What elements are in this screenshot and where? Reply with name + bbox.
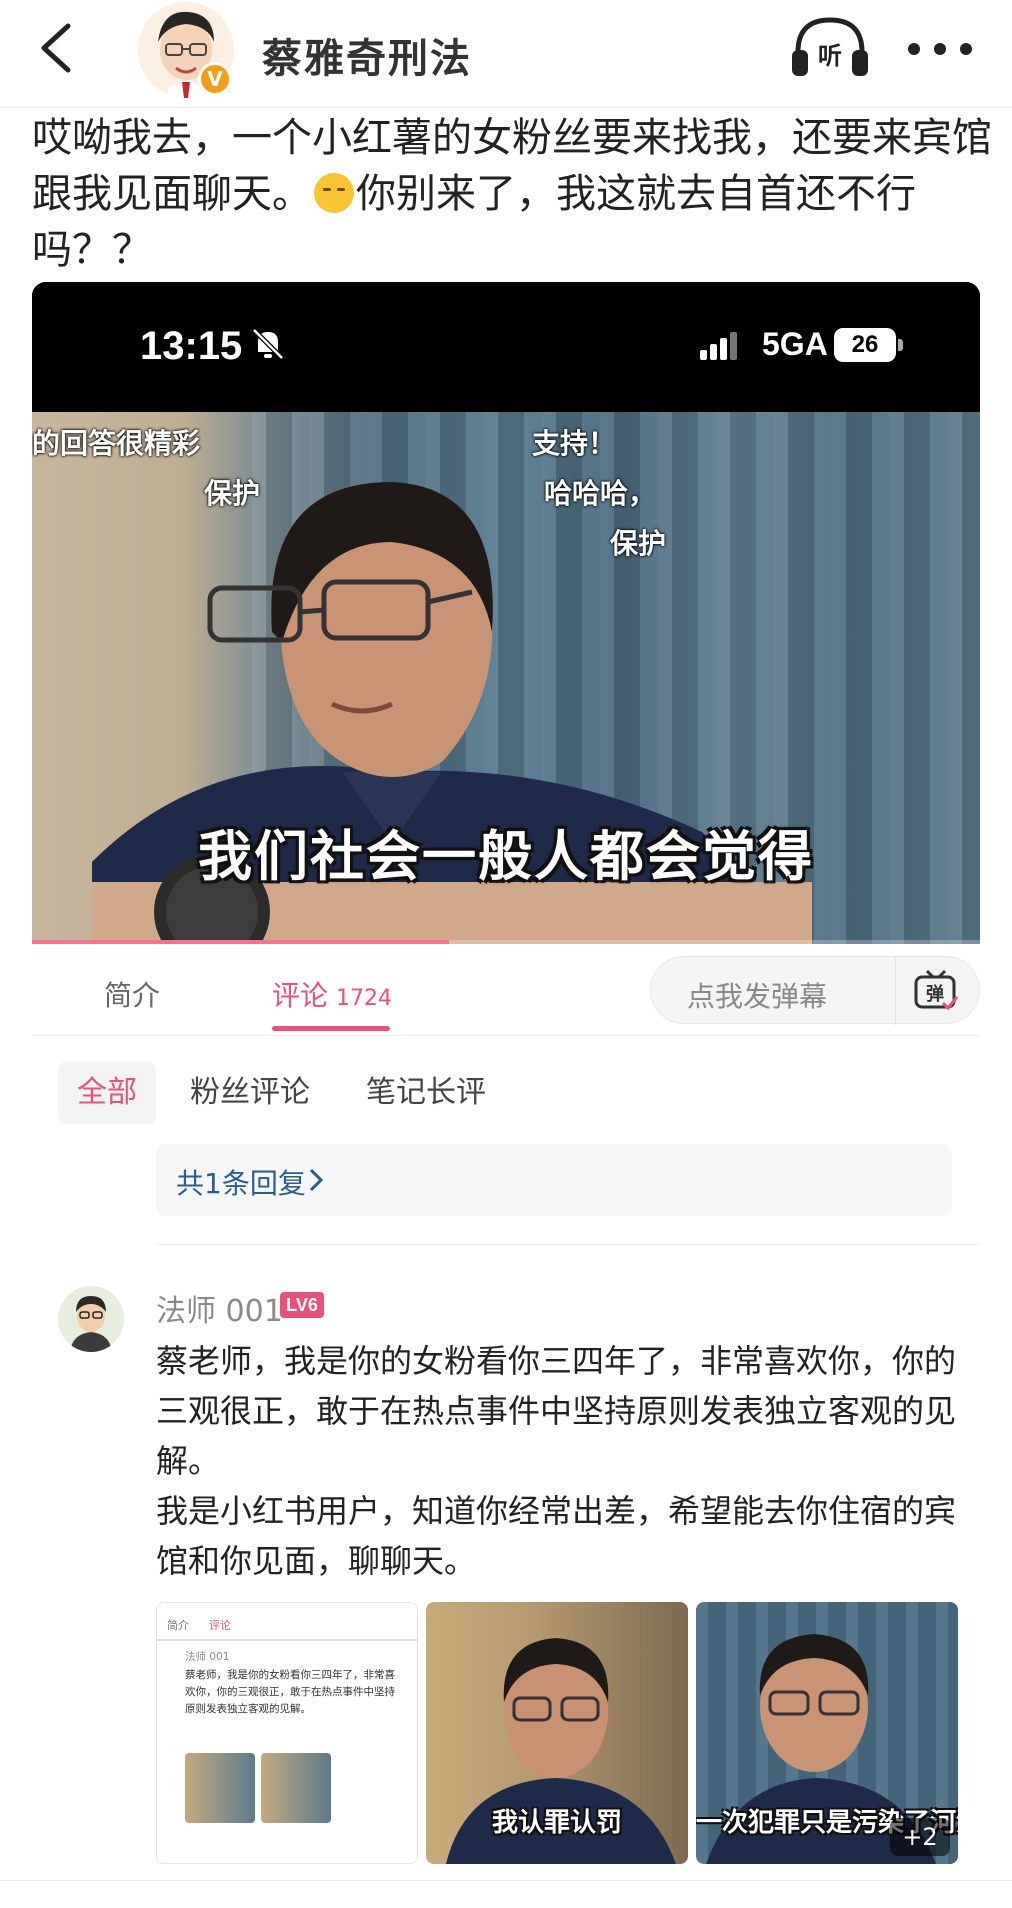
comment-image-screenshot[interactable]: 简介 评论 法师 001 蔡老师，我是你的女粉看你三四年了，非常喜欢你，你的三观… bbox=[156, 1602, 418, 1864]
battery-tip bbox=[898, 339, 903, 351]
thumb-subtitle: 我认罪认罚 bbox=[491, 1808, 622, 1838]
listen-label: 听 bbox=[818, 42, 842, 70]
mini-comment-text: 蔡老师，我是你的女粉看你三四年了，非常喜欢你，你的三观很正，敢于在热点事件中坚持… bbox=[185, 1669, 395, 1715]
comment-image-video-frame[interactable]: 我认罪认罚 bbox=[426, 1602, 688, 1864]
level-badge: LV6 bbox=[280, 1292, 324, 1318]
back-button[interactable] bbox=[28, 18, 88, 78]
account-name[interactable]: 蔡雅奇刑法 bbox=[262, 26, 472, 84]
mini-comment-name: 法师 001 bbox=[185, 1651, 230, 1663]
reply-summary-label: 共1条回复 bbox=[176, 1167, 306, 1200]
active-tab-indicator bbox=[272, 1026, 390, 1031]
headphones-icon: 听 bbox=[792, 17, 868, 76]
mini-image bbox=[261, 1753, 331, 1823]
comment-image-video-frame[interactable]: 一次犯罪只是污染了河流 +2 bbox=[696, 1602, 958, 1864]
post-body: 哎呦我去，一个小红薯的女粉丝要来找我，还要来宾馆跟我见面聊天。 你别来了，我这就去… bbox=[32, 110, 992, 278]
danmaku-input-placeholder: 点我发弹幕 bbox=[687, 980, 828, 1013]
tab-comments[interactable]: 评论 1724 bbox=[272, 974, 392, 1014]
chevron-right-icon bbox=[309, 1168, 324, 1192]
comment-paragraph: 我是小红书用户，知道你经常出差，希望能去你住宿的宾馆和你见面，聊聊天。 bbox=[156, 1492, 957, 1580]
video-subtitle: 我们社会一般人都会觉得 bbox=[198, 825, 814, 888]
chevron-left-icon bbox=[41, 23, 71, 73]
cartoon-avatar-icon bbox=[58, 1286, 124, 1352]
danmaku-tv-icon: 弹 bbox=[914, 969, 959, 1011]
filter-long-reviews[interactable]: 笔记长评 bbox=[366, 1062, 486, 1124]
divider bbox=[156, 1244, 980, 1245]
danmaku-input[interactable]: 点我发弹幕 弹 bbox=[650, 956, 980, 1025]
status-network: 5GA bbox=[762, 326, 828, 362]
tab-intro[interactable]: 简介 bbox=[104, 974, 160, 1014]
recorded-status-bar: 13:15 5GA 26 bbox=[32, 282, 980, 412]
danmaku-comment: 的回答很精彩 bbox=[32, 427, 201, 460]
danmaku-button-label: 弹 bbox=[926, 983, 944, 1005]
comment-paragraph: 蔡老师，我是你的女粉看你三四年了，非常喜欢你，你的三观很正，敢于在热点事件中坚持… bbox=[156, 1342, 957, 1480]
top-nav-bar: V 蔡雅奇刑法 听 bbox=[0, 0, 1012, 108]
more-options-button[interactable] bbox=[900, 24, 980, 74]
danmaku-comment: 哈哈哈， bbox=[544, 477, 657, 510]
commenter-avatar[interactable] bbox=[58, 1286, 124, 1352]
mini-image bbox=[185, 1753, 255, 1823]
listen-button[interactable]: 听 bbox=[790, 14, 870, 84]
signal-bars-icon bbox=[700, 332, 737, 360]
video-player[interactable]: 13:15 5GA 26 的回答很精彩 保护 支持！ 哈哈哈， 保护 我们社会一… bbox=[32, 282, 980, 944]
video-frame: 的回答很精彩 保护 支持！ 哈哈哈， 保护 我们社会一般人都会觉得 bbox=[32, 412, 980, 944]
muted-bell-icon bbox=[252, 328, 284, 360]
danmaku-comment: 保护 bbox=[610, 527, 667, 560]
mini-tab-comments: 评论 bbox=[209, 1619, 231, 1632]
commenter-name[interactable]: 法师 001 bbox=[156, 1286, 283, 1330]
danmaku-toggle-button[interactable]: 弹 bbox=[913, 969, 959, 1013]
divider bbox=[0, 1880, 1012, 1881]
verified-badge: V bbox=[198, 62, 232, 96]
tab-comments-count: 1724 bbox=[336, 986, 393, 1011]
filter-fan-comments[interactable]: 粉丝评论 bbox=[190, 1062, 310, 1124]
filter-all[interactable]: 全部 bbox=[58, 1062, 156, 1124]
more-images-badge[interactable]: +2 bbox=[890, 1818, 950, 1856]
video-progress-fill bbox=[32, 940, 450, 944]
comment-text: 蔡老师，我是你的女粉看你三四年了，非常喜欢你，你的三观很正，敢于在热点事件中坚持… bbox=[156, 1336, 956, 1586]
battery-level: 26 bbox=[834, 328, 896, 362]
video-progress-bar[interactable] bbox=[32, 940, 980, 944]
divider bbox=[157, 1639, 417, 1641]
danmaku-comment: 支持！ bbox=[532, 427, 617, 460]
status-time: 13:15 bbox=[140, 324, 243, 368]
tab-comments-label: 评论 bbox=[272, 979, 329, 1012]
comment-image-grid: 简介 评论 法师 001 蔡老师，我是你的女粉看你三四年了，非常喜欢你，你的三观… bbox=[156, 1602, 958, 1864]
more-dots-icon bbox=[908, 43, 972, 55]
reply-summary[interactable]: 共1条回复 bbox=[156, 1144, 952, 1216]
divider bbox=[895, 957, 896, 1025]
mini-tab-intro: 简介 bbox=[167, 1619, 189, 1632]
danmaku-comment: 保护 bbox=[204, 477, 261, 510]
content-tabs: 简介 评论 1724 点我发弹幕 弹 bbox=[32, 946, 980, 1036]
sleepy-grin-emoji-icon bbox=[314, 173, 354, 213]
